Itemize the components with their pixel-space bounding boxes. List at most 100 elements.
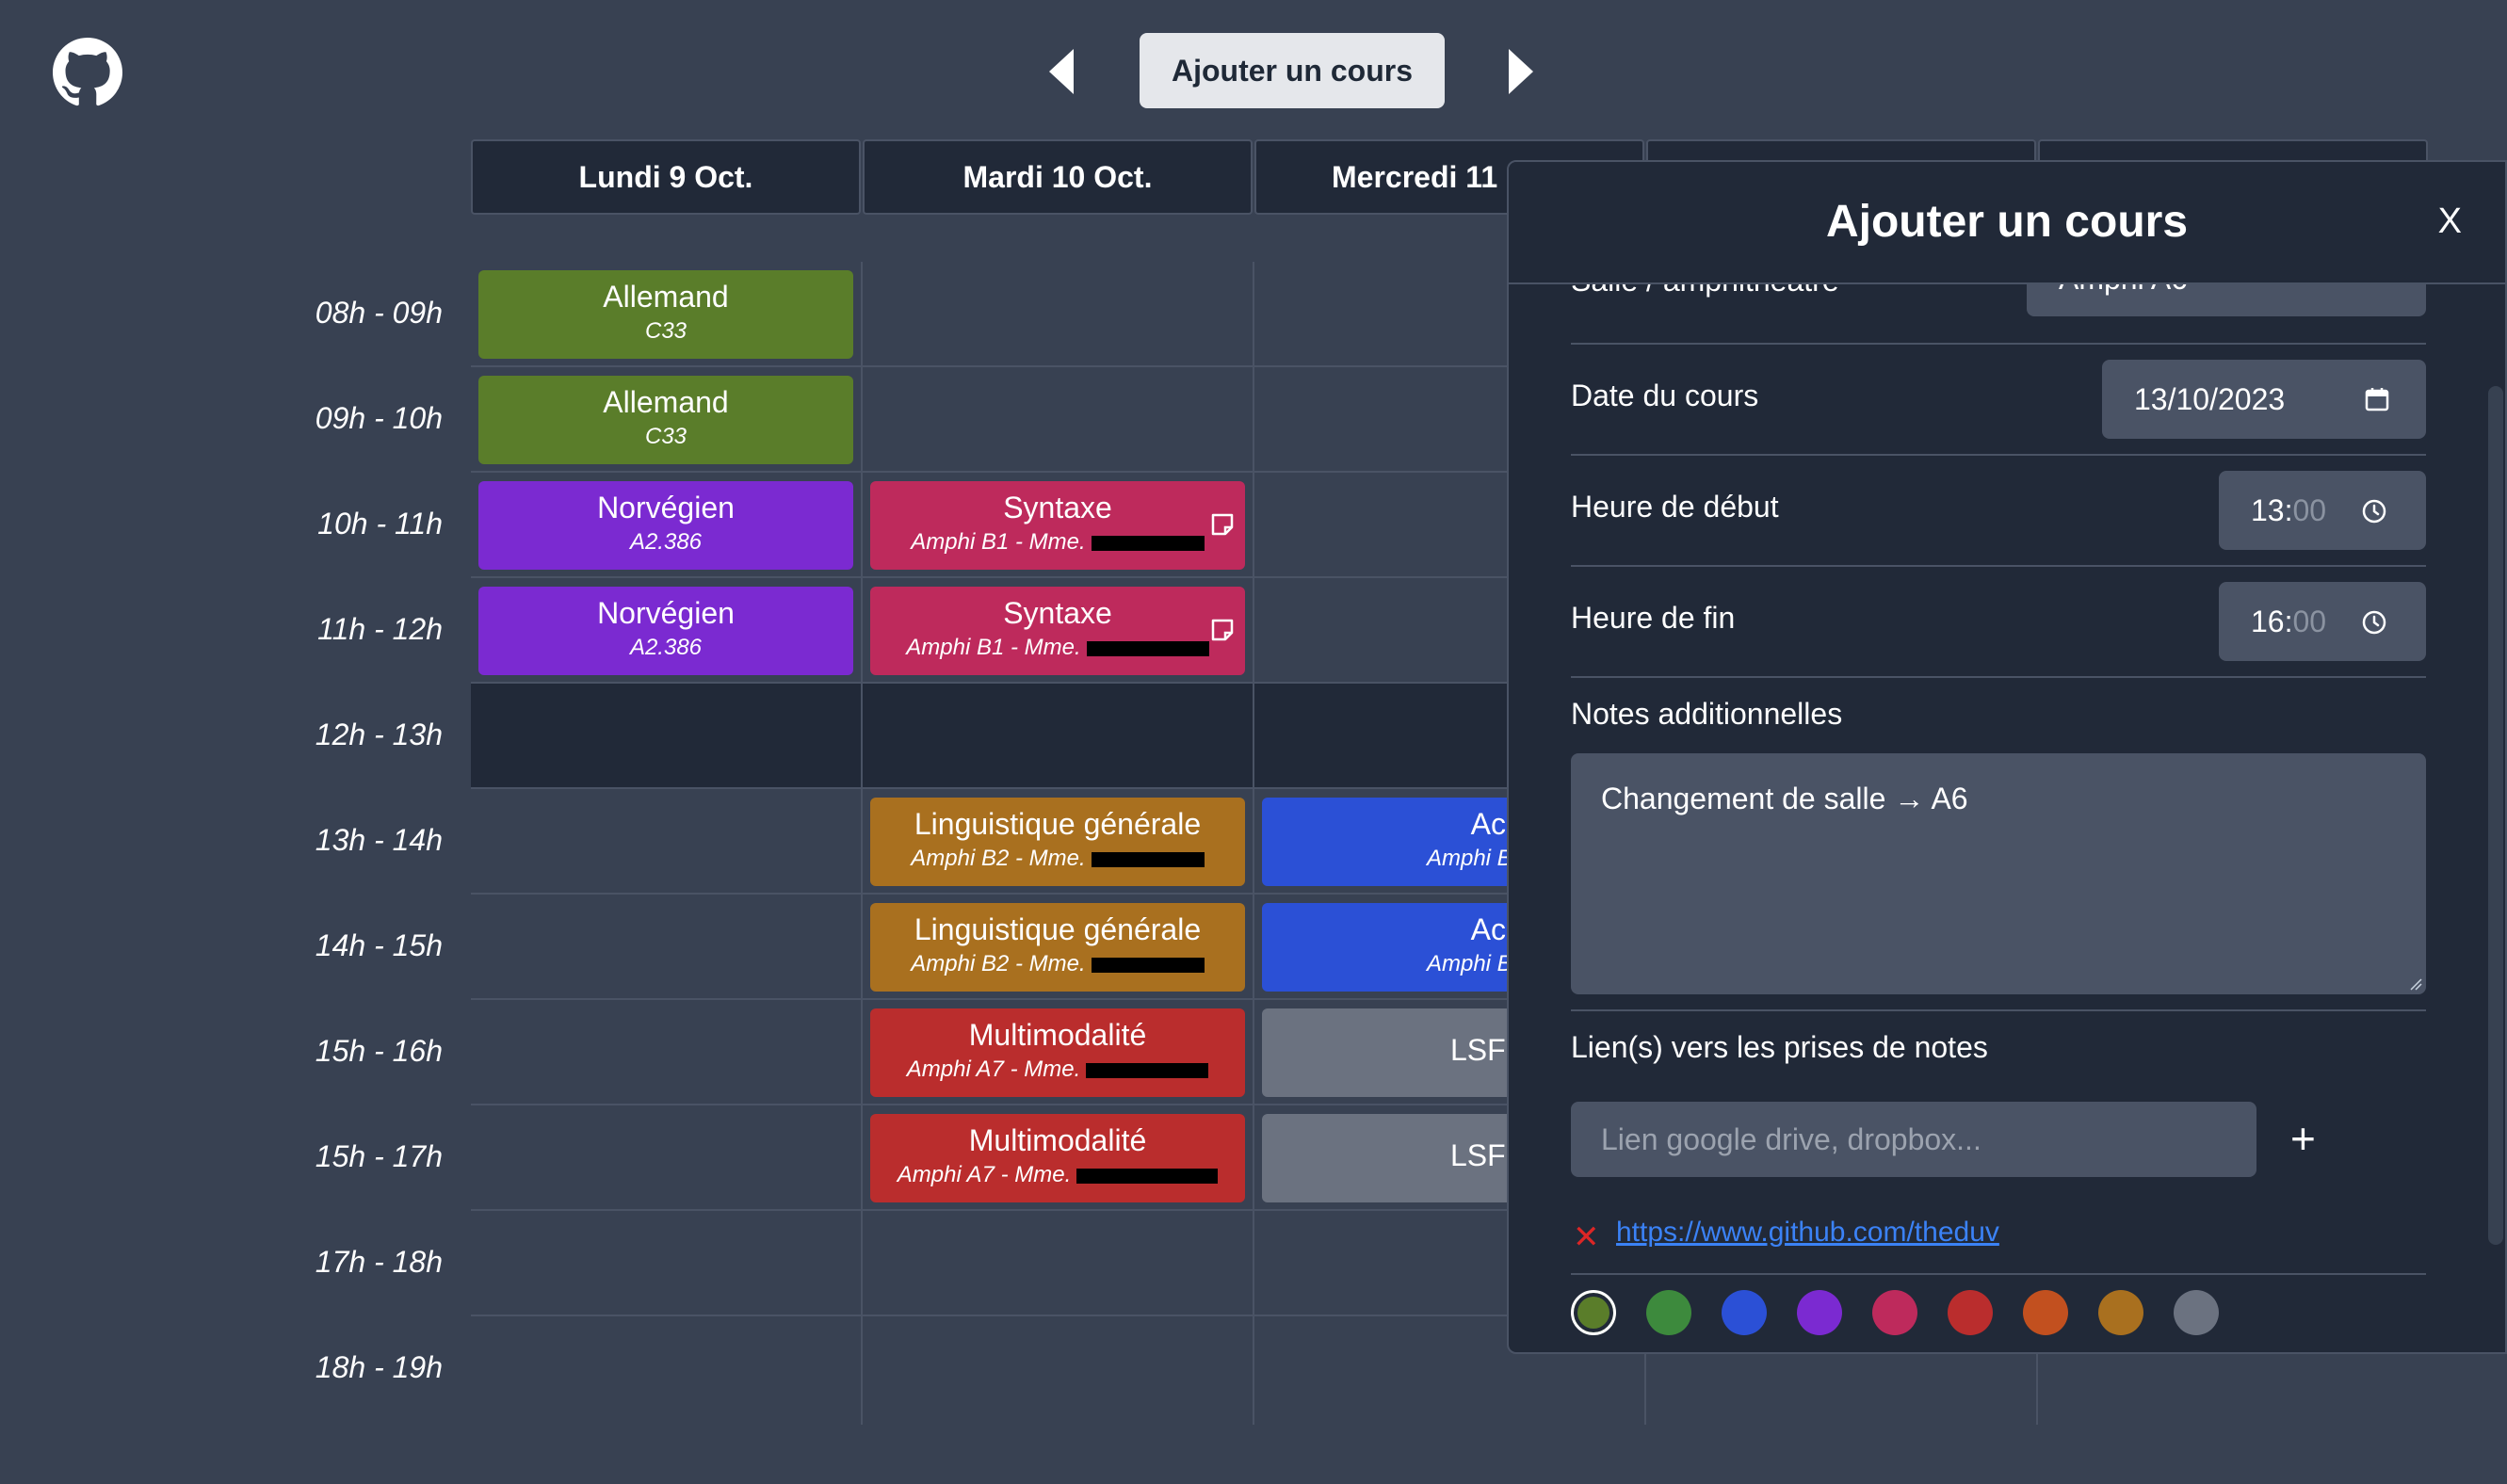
time-slot-label: 09h - 10h <box>315 401 443 435</box>
color-swatch-pink[interactable] <box>1872 1290 1917 1335</box>
course-room-text: Amphi B2 - Mme. <box>911 951 1086 976</box>
add-course-modal: Salle / amphithéâtre Amphi A6 Date du co… <box>1507 160 2507 1354</box>
date-label: Date du cours <box>1571 379 1759 412</box>
time-slot-label: 08h - 09h <box>315 296 443 330</box>
divider <box>1571 343 2426 345</box>
note-icon[interactable] <box>1209 617 1236 643</box>
color-swatch-olive[interactable] <box>1571 1290 1616 1335</box>
previous-week-icon[interactable] <box>1047 47 1076 96</box>
course-room: Amphi A7 - Mme. <box>870 1162 1245 1188</box>
course-room-text: Amphi A7 - Mme. <box>897 1162 1072 1187</box>
divider <box>1571 565 2426 567</box>
add-link-button[interactable]: + <box>2290 1113 2316 1164</box>
date-input[interactable]: 13/10/2023 <box>2102 360 2426 439</box>
color-swatch-gray[interactable] <box>2174 1290 2219 1335</box>
modal-header: Ajouter un cours X <box>1509 162 2505 284</box>
remove-link-icon[interactable]: ✕ <box>1573 1218 1600 1256</box>
end-hour: 16 <box>2251 604 2285 638</box>
course-room: C33 <box>644 424 687 449</box>
time-slot-label: 14h - 15h <box>315 928 443 962</box>
calendar-icon[interactable] <box>2362 384 2392 414</box>
course-card-allemand[interactable]: Allemand C33 <box>478 270 853 359</box>
course-room-text: Amphi B1 - Mme. <box>911 529 1086 555</box>
note-icon[interactable] <box>1209 511 1236 538</box>
course-room: Amphi B2 - Mme. <box>870 951 1245 977</box>
course-title: Norvégien <box>597 596 735 630</box>
course-card-multimodalite[interactable]: Multimodalité Amphi A7 - Mme. <box>870 1114 1245 1202</box>
links-label: Lien(s) vers les prises de notes <box>1571 1030 1988 1064</box>
course-title: Norvégien <box>597 491 735 524</box>
course-title: Syntaxe <box>1003 596 1112 630</box>
color-swatch-purple[interactable] <box>1797 1290 1842 1335</box>
course-title: Linguistique générale <box>914 912 1202 946</box>
add-course-button[interactable]: Ajouter un cours <box>1140 33 1445 108</box>
time-slot-label: 17h - 18h <box>315 1245 443 1279</box>
redacted-name <box>1091 535 1205 551</box>
link-input[interactable]: Lien google drive, dropbox... <box>1571 1102 2256 1177</box>
course-room: Amphi B1 - Mme. <box>870 635 1245 661</box>
course-room: Amphi B1 - Mme. <box>870 529 1245 556</box>
course-title: Linguistique générale <box>914 807 1202 841</box>
redacted-name <box>1086 640 1209 656</box>
start-time-label: Heure de début <box>1571 490 1779 524</box>
course-room: A2.386 <box>629 635 703 660</box>
course-card-syntaxe[interactable]: Syntaxe Amphi B1 - Mme. <box>870 481 1245 570</box>
course-room: C33 <box>644 318 687 344</box>
course-title: Allemand <box>603 385 729 419</box>
start-time-input[interactable]: 13:00 <box>2219 471 2426 550</box>
close-button[interactable]: X <box>2438 202 2462 242</box>
course-card-syntaxe[interactable]: Syntaxe Amphi B1 - Mme. <box>870 587 1245 675</box>
time-separator: : <box>2284 604 2293 638</box>
time-slot-label: 15h - 16h <box>315 1034 443 1068</box>
course-title: Multimodalité <box>968 1018 1147 1052</box>
divider <box>1571 676 2426 678</box>
color-swatch-orange[interactable] <box>2023 1290 2068 1335</box>
color-swatch-green[interactable] <box>1646 1290 1691 1335</box>
start-minute: 00 <box>2292 492 2327 527</box>
time-slot-label: 15h - 17h <box>315 1139 443 1173</box>
github-logo-icon[interactable] <box>53 38 122 107</box>
end-time-label: Heure de fin <box>1571 601 1736 635</box>
time-slot-label: 18h - 19h <box>315 1350 443 1384</box>
course-card-allemand[interactable]: Allemand C33 <box>478 376 853 464</box>
time-slot-label: 13h - 14h <box>315 823 443 857</box>
modal-scrollbar-thumb[interactable] <box>2488 386 2503 1245</box>
notes-text: Changement de salle → A6 <box>1601 782 1968 815</box>
course-card-linguistique[interactable]: Linguistique générale Amphi B2 - Mme. <box>870 903 1245 992</box>
lunch-band <box>471 684 1507 789</box>
resize-handle-icon[interactable] <box>2409 977 2422 991</box>
course-title: Multimodalité <box>968 1123 1147 1157</box>
end-time-input[interactable]: 16:00 <box>2219 582 2426 661</box>
date-value: 13/10/2023 <box>2134 381 2286 416</box>
note-link[interactable]: https://www.github.com/theduv <box>1616 1217 1999 1249</box>
course-card-norvegien[interactable]: Norvégien A2.386 <box>478 587 853 675</box>
divider <box>1571 1009 2426 1011</box>
modal-title: Ajouter un cours <box>1825 197 2189 247</box>
course-room-text: Amphi A7 - Mme. <box>906 1057 1081 1082</box>
color-swatch-red[interactable] <box>1948 1290 1993 1335</box>
course-card-multimodalite[interactable]: Multimodalité Amphi A7 - Mme. <box>870 1008 1245 1097</box>
course-card-linguistique[interactable]: Linguistique générale Amphi B2 - Mme. <box>870 798 1245 886</box>
time-slot-label: 12h - 13h <box>315 718 443 751</box>
course-title: Allemand <box>603 280 729 314</box>
redacted-name <box>1076 1168 1219 1184</box>
color-swatch-blue[interactable] <box>1722 1290 1767 1335</box>
time-separator: : <box>2284 492 2293 527</box>
redacted-name <box>1091 851 1205 867</box>
next-week-icon[interactable] <box>1507 47 1535 96</box>
clock-icon[interactable] <box>2360 497 2388 525</box>
day-header-monday: Lundi 9 Oct. <box>471 139 861 215</box>
time-slot-label: 10h - 11h <box>317 507 443 540</box>
course-room: A2.386 <box>629 529 703 555</box>
color-swatch-amber[interactable] <box>2098 1290 2143 1335</box>
day-header-tuesday: Mardi 10 Oct. <box>863 139 1253 215</box>
notes-textarea[interactable]: Changement de salle → A6 <box>1571 753 2426 994</box>
course-room: Amphi A7 - Mme. <box>870 1057 1245 1083</box>
course-title: Syntaxe <box>1003 491 1112 524</box>
divider <box>1571 454 2426 456</box>
clock-icon[interactable] <box>2360 608 2388 637</box>
time-slot-label: 11h - 12h <box>317 612 443 646</box>
redacted-name <box>1091 957 1205 973</box>
course-room-text: Amphi B1 - Mme. <box>906 635 1081 660</box>
course-card-norvegien[interactable]: Norvégien A2.386 <box>478 481 853 570</box>
